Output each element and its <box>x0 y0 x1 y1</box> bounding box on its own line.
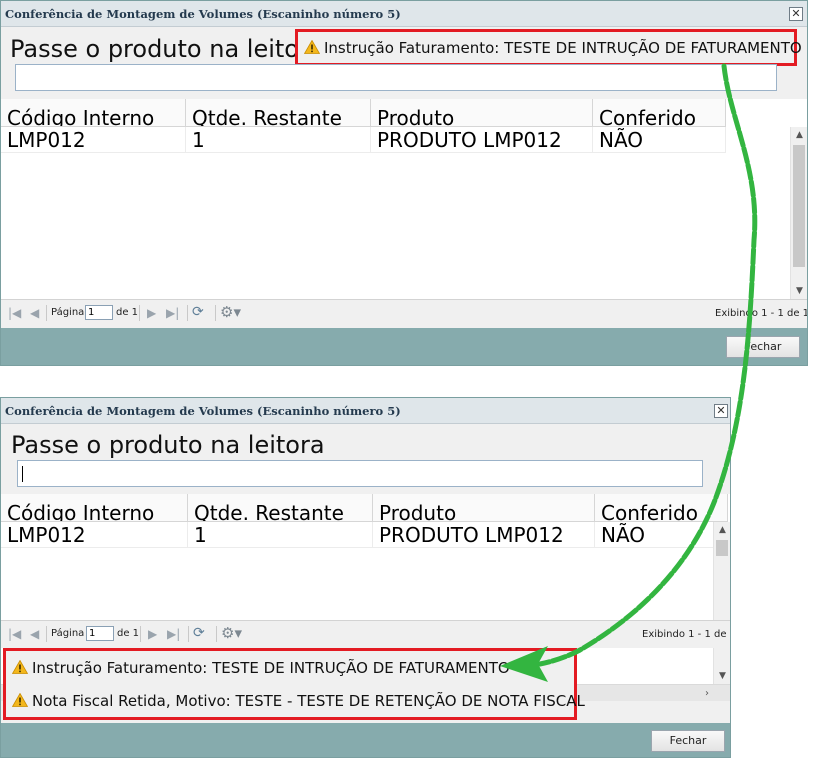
close-icon[interactable]: ✕ <box>714 404 728 418</box>
divider <box>140 626 141 642</box>
page-total-label: de 1 <box>117 628 140 639</box>
next-page-icon[interactable]: ▶ <box>148 627 157 641</box>
page-total-label: de 1 <box>116 307 139 318</box>
chevron-up-icon[interactable]: ▲ <box>714 522 730 538</box>
divider <box>46 305 47 321</box>
alert-text: Nota Fiscal Retida, Motivo: TESTE - TEST… <box>32 692 585 710</box>
table-cell[interactable]: PRODUTO LMP012 <box>373 522 595 548</box>
refresh-icon[interactable]: ⟳ <box>193 625 205 641</box>
warning-icon <box>12 660 28 674</box>
record-count: Exibindo 1 - 1 de 1 <box>642 629 731 640</box>
warning-icon <box>304 40 320 54</box>
column-header[interactable]: Conferido <box>595 494 728 522</box>
gear-icon[interactable]: ⚙▾ <box>221 624 242 642</box>
scan-prompt: Passe o produto na leitora <box>11 431 325 459</box>
close-button[interactable]: Fechar <box>651 730 725 752</box>
table-cell[interactable]: PRODUTO LMP012 <box>371 127 593 153</box>
column-header[interactable]: Produto <box>373 494 595 522</box>
divider <box>187 305 188 321</box>
table-cell[interactable]: NÃO <box>595 522 728 548</box>
table-cell[interactable]: LMP012 <box>1 522 188 548</box>
assembly-check-window-after: Conferência de Montagem de Volumes (Esca… <box>0 397 731 758</box>
products-grid: Código Interno Qtde. Restante Produto Co… <box>1 99 807 299</box>
first-page-icon[interactable]: |◀ <box>8 627 21 641</box>
alert-line: Nota Fiscal Retida, Motivo: TESTE - TEST… <box>12 692 585 710</box>
window-title: Conferência de Montagem de Volumes (Esca… <box>5 404 401 418</box>
window-title: Conferência de Montagem de Volumes (Esca… <box>5 7 401 21</box>
record-count: Exibindo 1 - 1 de 1 <box>715 308 808 319</box>
table-cell[interactable]: LMP012 <box>1 127 186 153</box>
first-page-icon[interactable]: |◀ <box>8 306 21 320</box>
grid-pager: |◀ ◀ Página 1 de 1 ▶ ▶| ⟳ ⚙▾ Exibindo 1 … <box>1 299 807 327</box>
next-page-icon[interactable]: ▶ <box>147 306 156 320</box>
chevron-right-icon[interactable]: › <box>699 685 715 701</box>
assembly-check-window-before: Conferência de Montagem de Volumes (Esca… <box>0 0 808 366</box>
page-number-input[interactable]: 1 <box>85 305 113 320</box>
window-footer: Fechar <box>1 723 730 757</box>
column-header[interactable]: Conferido <box>593 99 726 127</box>
vertical-scrollbar[interactable]: ▲ ▼ <box>790 127 807 299</box>
column-header[interactable]: Qtde. Restante <box>186 99 371 127</box>
divider <box>46 626 47 642</box>
text-caret <box>22 466 23 482</box>
grid-pager: |◀ ◀ Página 1 de 1 ▶ ▶| ⟳ ⚙▾ Exibindo 1 … <box>1 620 730 648</box>
divider <box>216 626 217 642</box>
table-cell[interactable]: 1 <box>188 522 373 548</box>
close-icon[interactable]: ✕ <box>789 7 803 21</box>
prev-page-icon[interactable]: ◀ <box>30 306 39 320</box>
table-cell[interactable]: NÃO <box>593 127 726 153</box>
alert-text: Instrução Faturamento: TESTE DE INTRUÇÃO… <box>32 659 510 677</box>
alert-line: Instrução Faturamento: TESTE DE INTRUÇÃO… <box>304 39 802 57</box>
last-page-icon[interactable]: ▶| <box>166 306 179 320</box>
chevron-up-icon[interactable]: ▲ <box>791 127 807 143</box>
chevron-down-icon[interactable]: ▼ <box>714 668 730 684</box>
page-label: Página <box>51 307 85 318</box>
prev-page-icon[interactable]: ◀ <box>30 627 39 641</box>
vertical-scrollbar[interactable]: ▲ ▼ <box>713 522 730 684</box>
divider <box>188 626 189 642</box>
column-header[interactable]: Produto <box>371 99 593 127</box>
scan-prompt: Passe o produto na leitora <box>10 35 324 63</box>
warning-icon <box>12 693 28 707</box>
page-number-input[interactable]: 1 <box>86 626 114 641</box>
barcode-input[interactable] <box>17 460 703 487</box>
window-titlebar[interactable]: Conferência de Montagem de Volumes (Esca… <box>1 398 730 424</box>
chevron-down-icon[interactable]: ▼ <box>791 283 807 299</box>
column-header[interactable]: Código Interno <box>1 99 186 127</box>
alert-box: Instrução Faturamento: TESTE DE INTRUÇÃO… <box>295 29 802 66</box>
page-label: Página <box>51 628 85 639</box>
scroll-thumb[interactable] <box>793 145 805 267</box>
close-button[interactable]: Fechar <box>726 336 800 358</box>
alerts-box: Instrução Faturamento: TESTE DE INTRUÇÃO… <box>3 648 585 720</box>
alert-text: Instrução Faturamento: TESTE DE INTRUÇÃO… <box>324 39 802 57</box>
column-header[interactable]: Qtde. Restante <box>188 494 373 522</box>
alert-line: Instrução Faturamento: TESTE DE INTRUÇÃO… <box>12 659 510 677</box>
window-footer: Fechar <box>1 328 807 365</box>
last-page-icon[interactable]: ▶| <box>167 627 180 641</box>
column-header[interactable]: Código Interno <box>1 494 188 522</box>
scroll-thumb[interactable] <box>716 540 728 556</box>
divider <box>215 305 216 321</box>
table-cell[interactable]: 1 <box>186 127 371 153</box>
refresh-icon[interactable]: ⟳ <box>192 304 204 320</box>
divider <box>139 305 140 321</box>
gear-icon[interactable]: ⚙▾ <box>220 303 241 321</box>
barcode-input[interactable] <box>15 64 777 91</box>
window-titlebar[interactable]: Conferência de Montagem de Volumes (Esca… <box>1 1 807 27</box>
